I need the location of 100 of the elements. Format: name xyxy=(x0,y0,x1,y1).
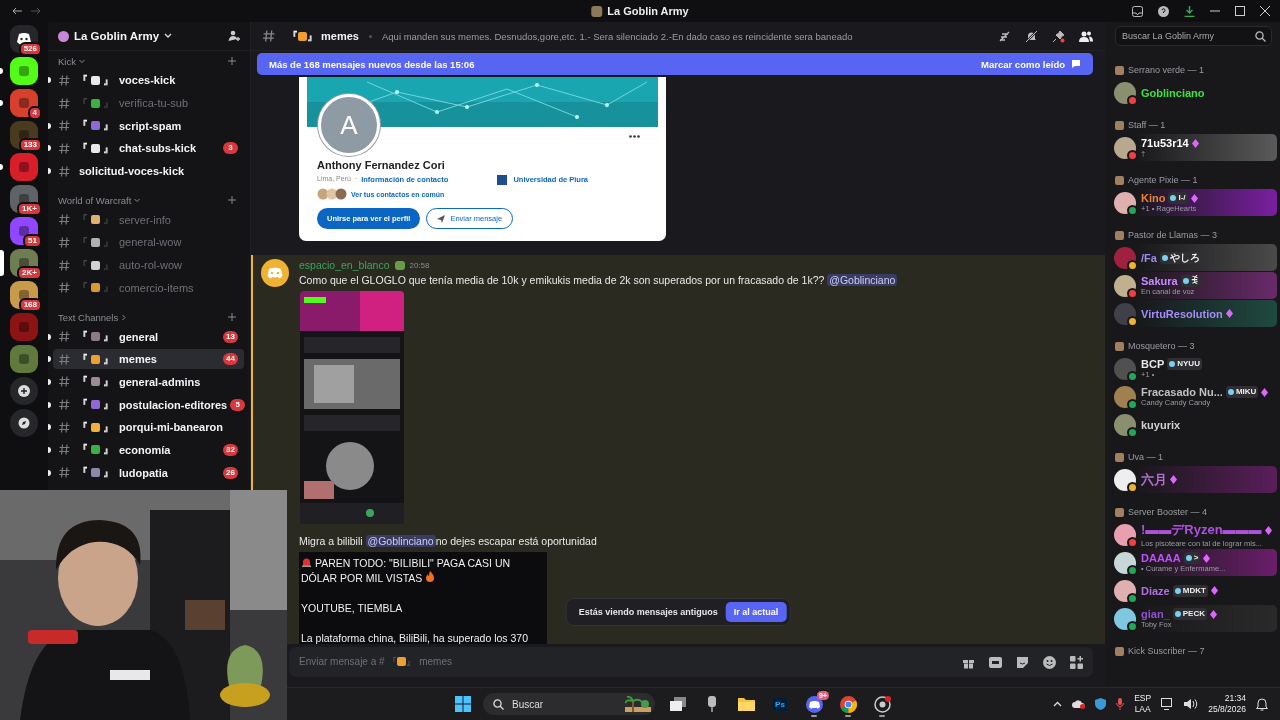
mention-link[interactable]: @Goblinciano xyxy=(827,274,898,286)
member-item[interactable]: Goblinciano xyxy=(1111,79,1277,106)
member-item[interactable]: Diaze MDKT xyxy=(1111,577,1277,604)
category-header[interactable]: Text Channels xyxy=(58,311,128,323)
member-item[interactable]: /Fa やしろ xyxy=(1111,244,1277,271)
members-icon[interactable] xyxy=(1079,29,1093,43)
cloud-icon[interactable] xyxy=(1072,699,1086,709)
school-icon xyxy=(497,174,508,185)
hash-icon xyxy=(59,376,70,388)
inbox-icon[interactable] xyxy=(1132,5,1143,17)
add-server-icon[interactable] xyxy=(10,377,38,405)
channel-item[interactable]: 『 』 auto-rol-wow xyxy=(53,255,244,276)
channel-item[interactable]: 『 』 script-spam xyxy=(53,115,244,136)
channel-item[interactable]: 『 』 ludopatia 26 xyxy=(53,462,244,483)
add-channel-icon[interactable] xyxy=(228,196,236,205)
guild-tag: MIKU xyxy=(1225,386,1259,398)
server-name[interactable]: La Goblin Army xyxy=(74,30,160,42)
new-messages-bar[interactable]: Más de 168 mensajes nuevos desde las 15:06 Marcar como leído xyxy=(257,53,1093,75)
taskbar-app[interactable]: Ps xyxy=(769,690,791,718)
taskbar-search-field[interactable]: Buscar xyxy=(483,693,655,715)
timestamp: 20:58 xyxy=(409,260,430,270)
record-icon xyxy=(873,695,891,713)
gif-icon[interactable] xyxy=(989,656,1002,668)
member-name: VirtuResolution xyxy=(1141,307,1223,320)
mark-read-link[interactable]: Marcar como leído xyxy=(981,58,1065,70)
shield-icon[interactable] xyxy=(1095,698,1107,710)
channel-item[interactable]: 『 』 verifica-tu-sub xyxy=(53,93,244,114)
windows-start-icon[interactable] xyxy=(455,696,471,712)
channel-item[interactable]: 『 』 general 13 xyxy=(53,326,244,347)
count-badge: 26 xyxy=(223,466,238,479)
pin-icon[interactable] xyxy=(1052,29,1065,43)
help-icon[interactable] xyxy=(1158,5,1169,17)
photoshop-icon: Ps xyxy=(773,697,787,711)
member-name: Kino xyxy=(1141,192,1166,204)
download-icon[interactable] xyxy=(1184,5,1195,17)
keyboard-language[interactable]: ESP LAA xyxy=(1134,693,1152,715)
folder-icon xyxy=(737,697,755,711)
emoji-picker-icon[interactable] xyxy=(1043,655,1056,669)
member-item[interactable]: kuyurix xyxy=(1111,411,1277,438)
close-icon[interactable] xyxy=(1260,6,1270,16)
apps-icon[interactable] xyxy=(1070,655,1083,669)
channel-item[interactable]: 『 』 postulacion-editores 5 xyxy=(53,394,250,415)
member-item[interactable]: 六月 xyxy=(1111,466,1277,493)
maximize-icon[interactable] xyxy=(1235,6,1245,16)
network-icon[interactable] xyxy=(1161,698,1175,710)
hash-icon xyxy=(59,142,70,154)
threads-icon[interactable] xyxy=(998,29,1011,43)
jump-to-present-button[interactable]: Ir al actual xyxy=(725,602,787,622)
role-header: Serrano verde — 1 xyxy=(1128,65,1205,75)
channel-item[interactable]: 『 』 porqui-mi-banearon xyxy=(53,417,244,438)
hash-icon xyxy=(59,259,70,271)
mention-link[interactable]: @Goblinciano xyxy=(365,535,436,547)
invite-icon[interactable] xyxy=(228,30,240,42)
server-icon[interactable] xyxy=(10,57,38,85)
sticker-icon[interactable] xyxy=(1016,655,1029,669)
channel-item[interactable]: 『 』 economía 32 xyxy=(53,439,244,460)
forward-icon[interactable] xyxy=(31,7,41,15)
hash-icon xyxy=(59,444,70,456)
member-item[interactable]: VirtuResolution xyxy=(1111,300,1277,327)
compass-icon[interactable] xyxy=(10,409,38,437)
volume-icon[interactable] xyxy=(1184,698,1199,710)
microphone-icon[interactable] xyxy=(1116,698,1125,710)
add-channel-icon[interactable] xyxy=(228,313,236,322)
member-name: Goblinciano xyxy=(1141,86,1205,99)
post-paragraph: La plataforma china, BiliBili, ha superado los 370 xyxy=(301,631,530,644)
windows-icon xyxy=(670,697,686,711)
role-icon xyxy=(1115,120,1124,130)
notifications-icon[interactable] xyxy=(1256,697,1268,711)
back-icon[interactable] xyxy=(12,7,22,15)
category-header[interactable]: Kick xyxy=(58,55,85,67)
member-name: Sakura xyxy=(1141,275,1178,287)
channel-item[interactable]: 『 』 general-wow xyxy=(53,232,244,253)
server-icon xyxy=(591,5,603,17)
guild-tag: ꉂ xyxy=(1180,275,1201,287)
role-icon xyxy=(1115,507,1124,517)
siren-icon xyxy=(301,556,312,567)
add-channel-icon[interactable] xyxy=(228,57,236,65)
guild-tag: > xyxy=(1183,552,1201,564)
server-icon xyxy=(58,30,69,42)
category-header[interactable]: World of Warcraft xyxy=(58,194,141,206)
mark-read-icon[interactable] xyxy=(1071,59,1081,69)
channel-item[interactable]: 『 』 memes 44 xyxy=(53,349,244,370)
channel-item[interactable]: 『 』 chat-subs-kick 3 xyxy=(53,138,244,159)
channel-item[interactable]: solicitud-voces-kick xyxy=(53,161,244,182)
mute-icon[interactable] xyxy=(1025,29,1038,43)
chevron-icon xyxy=(121,314,127,321)
channel-item[interactable]: 『 』 comercio-items xyxy=(53,277,244,298)
more-icon[interactable] xyxy=(629,135,640,138)
channel-item[interactable]: 『 』 voces-kick xyxy=(53,70,244,91)
channel-item[interactable]: 『 』 general-admins xyxy=(53,371,244,392)
chevron-icon[interactable] xyxy=(164,33,173,39)
palm-tree-icon xyxy=(625,696,651,712)
guild-tag: PECK xyxy=(1172,608,1207,620)
search-field[interactable]: Buscar La Goblin Army xyxy=(1115,26,1272,46)
chevron-up-icon[interactable] xyxy=(1053,701,1063,707)
channel-item[interactable]: 『 』 server-info xyxy=(53,209,244,230)
clock[interactable]: 21:34 25/8/2026 xyxy=(1208,693,1246,715)
author-name[interactable]: espacio_en_blanco xyxy=(299,259,390,271)
notice-text: Estás viendo mensajes antiguos xyxy=(578,607,718,617)
role-header: Uva — 1 xyxy=(1128,452,1163,462)
